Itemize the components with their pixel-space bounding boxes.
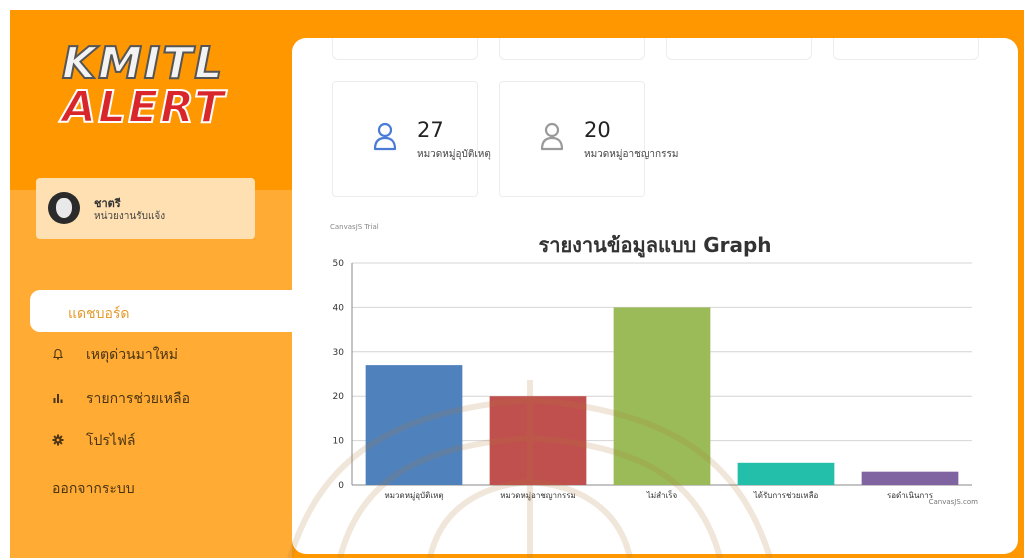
stat-card-stub [332, 38, 478, 60]
report-chart: CanvasJS Trial รายงานข้อมูลแบบ Graph 0 10… [292, 213, 1018, 554]
y-tick-label: 40 [333, 303, 345, 313]
bell-icon [52, 348, 74, 363]
user-card: ชาตรี หน่วยงานรับแจ้ง [36, 178, 255, 239]
chart-bar [365, 365, 463, 485]
stat-label: หมวดหมู่อาชญากรรม [584, 149, 679, 160]
stat-card-crime: 20 หมวดหมู่อาชญากรรม [499, 81, 678, 197]
user-icon [540, 121, 564, 151]
main-panel: 27 หมวดหมู่อุบัติเหตุ 20 หมวดหมู่อาชญากร… [292, 38, 1018, 554]
nav-new-emergency-label: เหตุด่วนมาใหม่ [86, 347, 179, 363]
stat-card-accident: 27 หมวดหมู่อุบัติเหตุ [332, 81, 491, 197]
y-tick-label: 0 [338, 481, 344, 491]
x-tick-label: ได้รับการช่วยเหลือ [753, 491, 819, 500]
bar-chart-icon [52, 392, 74, 407]
x-tick-label: รอดำเนินการ [887, 491, 934, 500]
chart-bar [737, 462, 835, 485]
y-tick-label: 50 [333, 259, 345, 269]
gear-icon [52, 434, 74, 449]
stat-card-stub [666, 38, 812, 60]
nav-profile-label: โปรไฟล์ [86, 433, 136, 449]
nav-help-list-label: รายการช่วยเหลือ [86, 391, 191, 407]
nav-dashboard-label: แดชบอร์ด [68, 306, 130, 322]
cat-avatar [48, 192, 80, 224]
chart-bar [613, 307, 711, 485]
nav-dashboard[interactable]: แดชบอร์ด [30, 290, 294, 332]
chart-canvas: 0 10 20 30 40 50 หมวดหมู่อุบัติเหตุ หมวดหมู่อาช… [333, 259, 972, 501]
stat-label: หมวดหมู่อุบัติเหตุ [417, 149, 491, 160]
user-role: หน่วยงานรับแจ้ง [94, 211, 166, 222]
nav-help-list[interactable]: รายการช่วยเหลือ [52, 387, 252, 411]
sidebar-lower-panel [10, 190, 292, 558]
x-tick-label: ไม่สำเร็จ [646, 490, 678, 500]
user-icon [373, 121, 397, 151]
nav-profile[interactable]: โปรไฟล์ [52, 429, 252, 453]
stat-card-stub [833, 38, 979, 60]
logout-link[interactable]: ออกจากระบบ [52, 478, 135, 500]
logo-line-2: ALERT [61, 82, 227, 133]
y-tick-label: 30 [333, 348, 345, 358]
stat-card-stub [499, 38, 645, 60]
chart-bar [489, 396, 587, 485]
x-tick-label: หมวดหมู่อุบัติเหตุ [384, 491, 443, 501]
kmitl-alert-logo: KMITL ALERT [61, 38, 227, 142]
logo-line-1: KMITL [61, 38, 225, 89]
chart-bar [861, 471, 959, 485]
y-tick-label: 20 [333, 392, 345, 402]
x-tick-label: หมวดหมู่อาชญากรรม [500, 491, 576, 501]
chart-credit-bottom: CanvasJS.com [928, 498, 978, 506]
app-frame: KMITL ALERT ชาตรี หน่วยงานรับแจ้ง แดชบอร… [0, 0, 1024, 558]
nav-new-emergency[interactable]: เหตุด่วนมาใหม่ [52, 343, 252, 367]
y-tick-label: 10 [333, 437, 345, 447]
stat-value: 27 [417, 118, 444, 142]
stat-value: 20 [584, 118, 611, 142]
